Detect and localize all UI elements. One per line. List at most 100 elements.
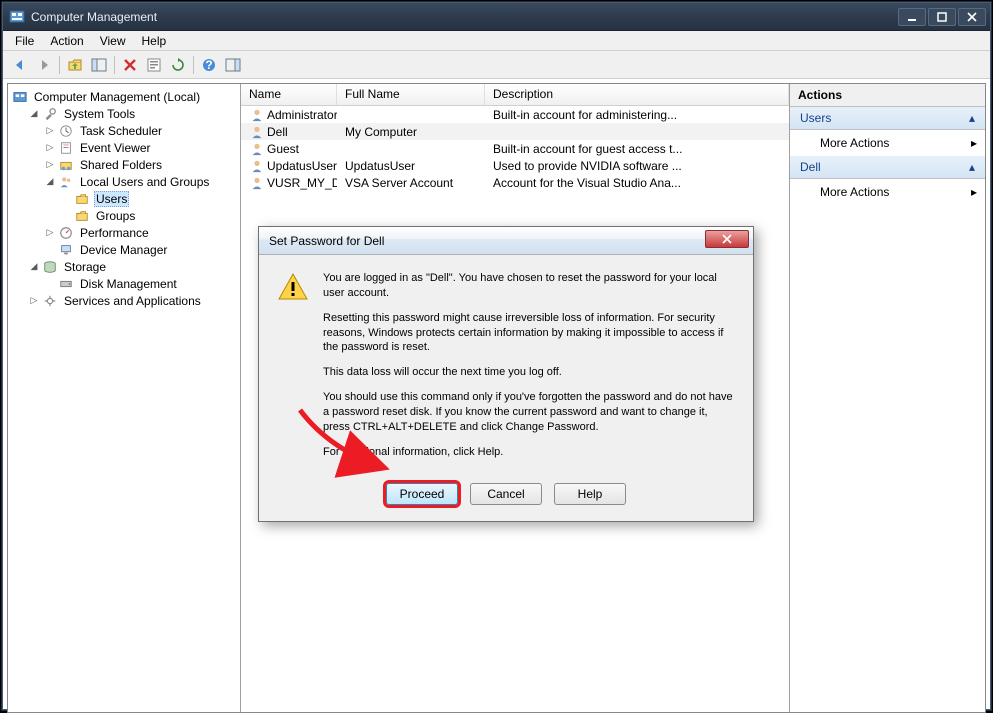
tree-groups[interactable]: Groups [58, 207, 238, 224]
help-button[interactable]: ? [198, 54, 220, 76]
tree-root[interactable]: Computer Management (Local) [10, 88, 238, 105]
cell-fullname: VSA Server Account [337, 176, 485, 190]
column-name[interactable]: Name [241, 84, 337, 105]
device-icon [58, 242, 74, 258]
list-body[interactable]: Administrator Built-in account for admini… [241, 106, 789, 191]
folder-icon [74, 208, 90, 224]
toolbar-separator [114, 56, 115, 74]
close-button[interactable] [958, 8, 986, 26]
list-row[interactable]: DellMy Computer [241, 123, 789, 140]
dialog-buttons: Proceed Cancel Help [259, 483, 753, 521]
expand-icon[interactable]: ▷ [44, 159, 56, 171]
show-hide-tree-button[interactable] [88, 54, 110, 76]
expand-icon[interactable]: ▷ [28, 295, 40, 307]
tree-label: Event Viewer [78, 141, 152, 155]
cell-name: UpdatusUser [267, 159, 337, 173]
menu-file[interactable]: File [7, 32, 42, 50]
list-row[interactable]: VUSR_MY_D...VSA Server AccountAccount fo… [241, 174, 789, 191]
dialog-para-2: Resetting this password might cause irre… [323, 311, 735, 356]
expand-icon[interactable]: ▷ [44, 227, 56, 239]
tree-storage[interactable]: ◢Storage [26, 258, 238, 275]
actions-group-label: Dell [800, 160, 821, 174]
tree-label: Performance [78, 226, 151, 240]
dialog-para-5: For additional information, click Help. [323, 445, 735, 460]
tree-device-manager[interactable]: Device Manager [42, 241, 238, 258]
user-icon [249, 141, 265, 157]
toolbar: ? [3, 51, 990, 79]
window-controls [898, 8, 986, 26]
cell-description: Built-in account for administering... [485, 108, 789, 122]
svg-text:?: ? [205, 58, 212, 72]
tree-system-tools[interactable]: ◢ System Tools [26, 105, 238, 122]
tree-pane[interactable]: Computer Management (Local) ◢ System Too… [8, 84, 241, 712]
dialog-para-4: You should use this command only if you'… [323, 390, 735, 435]
tree-label: Disk Management [78, 277, 179, 291]
menu-help[interactable]: Help [134, 32, 175, 50]
refresh-button[interactable] [167, 54, 189, 76]
list-row[interactable]: Administrator Built-in account for admini… [241, 106, 789, 123]
tools-icon [42, 106, 58, 122]
dialog-close-button[interactable] [705, 230, 749, 248]
chevron-up-icon: ▴ [969, 160, 975, 174]
cell-name: VUSR_MY_D... [267, 176, 337, 190]
dialog-text: You are logged in as "Dell". You have ch… [323, 271, 735, 469]
tree-disk-management[interactable]: Disk Management [42, 275, 238, 292]
properties-button[interactable] [143, 54, 165, 76]
disk-icon [58, 276, 74, 292]
actions-item-label: More Actions [820, 185, 889, 199]
tree-event-viewer[interactable]: ▷ Event Viewer [42, 139, 238, 156]
cell-description: Built-in account for guest access t... [485, 142, 789, 156]
help-button[interactable]: Help [554, 483, 626, 505]
list-row[interactable]: UpdatusUserUpdatusUserUsed to provide NV… [241, 157, 789, 174]
show-hide-action-button[interactable] [222, 54, 244, 76]
tree-label: Task Scheduler [78, 124, 164, 138]
set-password-dialog: Set Password for Dell You are logged in … [258, 226, 754, 522]
actions-group-dell[interactable]: Dell ▴ [790, 156, 985, 179]
list-row[interactable]: GuestBuilt-in account for guest access t… [241, 140, 789, 157]
cell-description: Used to provide NVIDIA software ... [485, 159, 789, 173]
tree-performance[interactable]: ▷ Performance [42, 224, 238, 241]
collapse-icon[interactable]: ◢ [28, 108, 40, 120]
users-group-icon [58, 174, 74, 190]
cell-name: Administrator [267, 108, 337, 122]
actions-item-more[interactable]: More Actions▸ [790, 130, 985, 156]
tree-label: Local Users and Groups [78, 175, 211, 189]
back-button[interactable] [9, 54, 31, 76]
expand-icon[interactable]: ▷ [44, 142, 56, 154]
user-icon [249, 175, 265, 191]
performance-icon [58, 225, 74, 241]
cancel-button[interactable]: Cancel [470, 483, 542, 505]
dialog-titlebar[interactable]: Set Password for Dell [259, 227, 753, 255]
tree-label: Services and Applications [62, 294, 203, 308]
maximize-button[interactable] [928, 8, 956, 26]
actions-pane: Actions Users▴ More Actions▸ Dell▴ More … [790, 84, 985, 712]
tree-task-scheduler[interactable]: ▷ Task Scheduler [42, 122, 238, 139]
tree-services-apps[interactable]: ▷ Services and Applications [26, 292, 238, 309]
collapse-icon[interactable]: ◢ [44, 176, 56, 188]
tree-label: System Tools [62, 107, 137, 121]
actions-item-more[interactable]: More Actions▸ [790, 179, 985, 205]
chevron-up-icon: ▴ [969, 111, 975, 125]
up-button[interactable] [64, 54, 86, 76]
forward-button[interactable] [33, 54, 55, 76]
actions-header: Actions [790, 84, 985, 107]
cell-fullname: UpdatusUser [337, 159, 485, 173]
computer-mgmt-icon [12, 89, 28, 105]
minimize-button[interactable] [898, 8, 926, 26]
expand-icon[interactable]: ▷ [44, 125, 56, 137]
tree-users[interactable]: Users [58, 190, 238, 207]
tree-local-users-groups[interactable]: ◢ Local Users and Groups [42, 173, 238, 190]
collapse-icon[interactable]: ◢ [28, 261, 40, 273]
column-fullname[interactable]: Full Name [337, 84, 485, 105]
chevron-right-icon: ▸ [971, 136, 977, 150]
delete-button[interactable] [119, 54, 141, 76]
column-description[interactable]: Description [485, 84, 789, 105]
dialog-para-1: You are logged in as "Dell". You have ch… [323, 271, 735, 301]
clock-icon [58, 123, 74, 139]
cell-name: Dell [267, 125, 288, 139]
menu-action[interactable]: Action [42, 32, 91, 50]
tree-shared-folders[interactable]: ▷Shared Folders [42, 156, 238, 173]
proceed-button[interactable]: Proceed [386, 483, 458, 505]
actions-group-users[interactable]: Users▴ [790, 107, 985, 130]
menu-view[interactable]: View [92, 32, 134, 50]
